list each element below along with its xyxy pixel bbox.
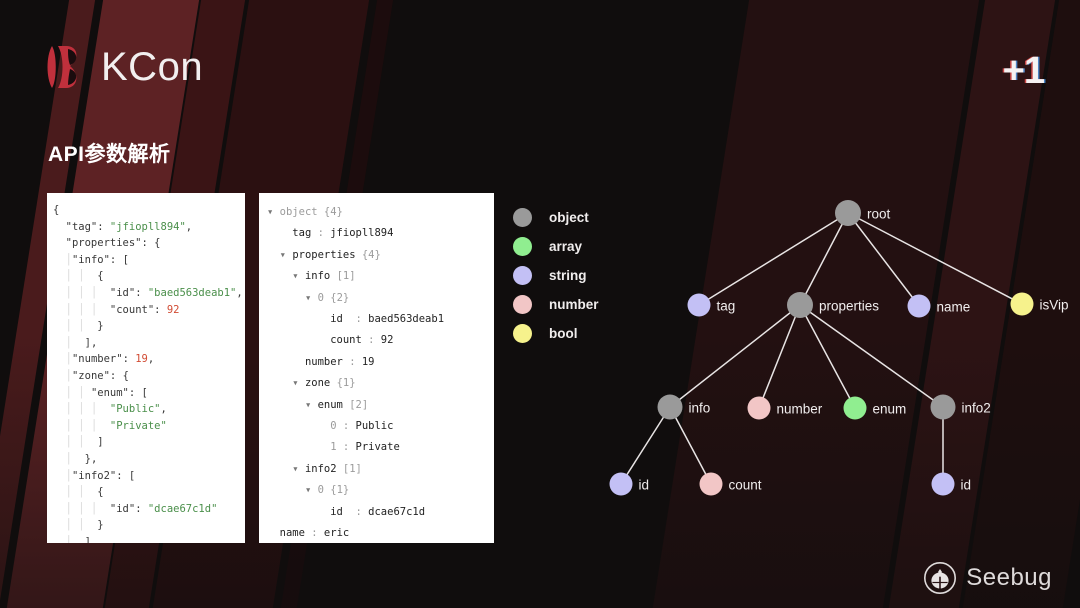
graph-node-id2[interactable] <box>931 472 955 496</box>
graph-node-number[interactable] <box>747 396 771 420</box>
graph-node-count[interactable] <box>699 472 723 496</box>
graph-node-tag[interactable] <box>687 293 711 317</box>
graph-edge <box>847 212 1023 305</box>
graph-edge <box>799 212 849 306</box>
graph-node-enum[interactable] <box>843 396 867 420</box>
seebug-brand-name: Seebug <box>966 564 1052 591</box>
slide-root: KCon +1 API参数解析 { "tag": "jfiopll894", "… <box>0 0 1080 608</box>
graph-node-isVip[interactable] <box>1010 292 1034 316</box>
graph-node-info2[interactable] <box>930 394 956 420</box>
graph-edge <box>799 304 944 408</box>
graph-node-name[interactable] <box>907 294 931 318</box>
graph-node-info[interactable] <box>657 394 683 420</box>
graph-edge <box>698 212 849 306</box>
graph-node-root[interactable] <box>835 200 861 226</box>
seebug-bug-logo-icon <box>924 562 957 594</box>
graph-edge <box>669 406 712 485</box>
graph-edge <box>847 212 920 307</box>
json-node-graph <box>609 200 1034 496</box>
seebug-logo: Seebug <box>923 561 1052 595</box>
graph-node-id1[interactable] <box>609 472 633 496</box>
graph-edge <box>620 406 671 485</box>
graph-edge <box>799 304 856 409</box>
graph-node-properties[interactable] <box>787 292 813 318</box>
